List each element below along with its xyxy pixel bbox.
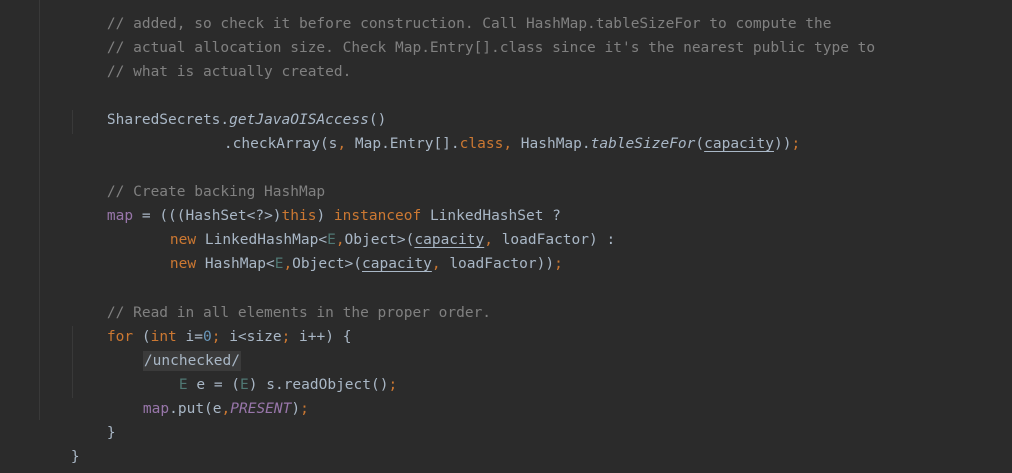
comment-text: // what is actually created. bbox=[106, 64, 352, 80]
code-line-11: new HashMap<E,Object>(capacity, loadFact… bbox=[135, 228, 563, 272]
argument: HashMap. bbox=[512, 136, 591, 152]
argument: Map.Entry[]. bbox=[346, 136, 460, 152]
method-call: .put(e bbox=[169, 401, 222, 417]
closing-brace: } bbox=[70, 449, 80, 465]
close-paren: ) bbox=[291, 401, 301, 417]
semicolon: ; bbox=[281, 329, 291, 345]
code-line-15: /unchecked/ bbox=[108, 325, 241, 371]
code-line-10: new LinkedHashMap<E,Object>(capacity, lo… bbox=[135, 204, 615, 248]
comma: , bbox=[221, 401, 231, 417]
code-line-17: map.put(e,PRESENT); bbox=[108, 373, 309, 417]
code-text: PRESENT bbox=[230, 401, 292, 417]
class-keyword: class bbox=[459, 136, 504, 152]
closing-brace: } bbox=[106, 425, 116, 441]
method-call: checkArray(s bbox=[232, 136, 338, 152]
close-parens: )) bbox=[773, 136, 792, 152]
code-line-9: map = (((HashSet<?>)this) instanceof Lin… bbox=[72, 180, 561, 224]
code-line-1: // added, so check it before constructio… bbox=[72, 0, 832, 32]
code-line-5: SharedSecrets.getJavaOISAccess() bbox=[72, 84, 386, 128]
code-text: i++) { bbox=[290, 329, 352, 345]
type-name: Object>( bbox=[292, 256, 363, 272]
comma: , bbox=[503, 136, 513, 152]
code-line-3: // what is actually created. bbox=[72, 36, 351, 80]
field-ref: map bbox=[106, 208, 134, 224]
parameter-ref: capacity bbox=[704, 136, 774, 152]
code-line-18: } bbox=[72, 397, 116, 441]
code-line-14: for (int i=0; i<size; i++) { bbox=[72, 301, 352, 345]
semicolon: ; bbox=[388, 377, 398, 393]
semicolon: ; bbox=[300, 401, 309, 417]
code-line-16: E e = (E) s.readObject(); bbox=[144, 349, 397, 393]
code-line-19: } bbox=[36, 421, 80, 465]
comma: , bbox=[431, 256, 441, 272]
type-name: HashMap< bbox=[196, 256, 275, 272]
dot: . bbox=[223, 136, 233, 152]
code-line-2: // actual allocation size. Check Map.Ent… bbox=[72, 12, 875, 56]
code-text: loadFactor)) bbox=[440, 256, 555, 272]
parameter-ref: capacity bbox=[362, 256, 432, 272]
code-line-13: // Read in all elements in the proper or… bbox=[72, 277, 491, 321]
semicolon: ; bbox=[554, 256, 563, 272]
open-paren: ( bbox=[695, 136, 705, 152]
comma: , bbox=[337, 136, 347, 152]
code-editor[interactable]: // added, so check it before constructio… bbox=[0, 0, 1012, 473]
new-keyword: new bbox=[169, 256, 197, 272]
comma: , bbox=[283, 256, 293, 272]
static-method-call: tableSizeFor bbox=[590, 136, 696, 152]
code-line-6: .checkArray(s, Map.Entry[].class, HashMa… bbox=[189, 108, 800, 152]
field-ref: map bbox=[142, 401, 170, 417]
semicolon: ; bbox=[791, 136, 801, 152]
code-line-8: // Create backing HashMap bbox=[72, 156, 325, 200]
indent-guide-outer bbox=[39, 0, 40, 420]
